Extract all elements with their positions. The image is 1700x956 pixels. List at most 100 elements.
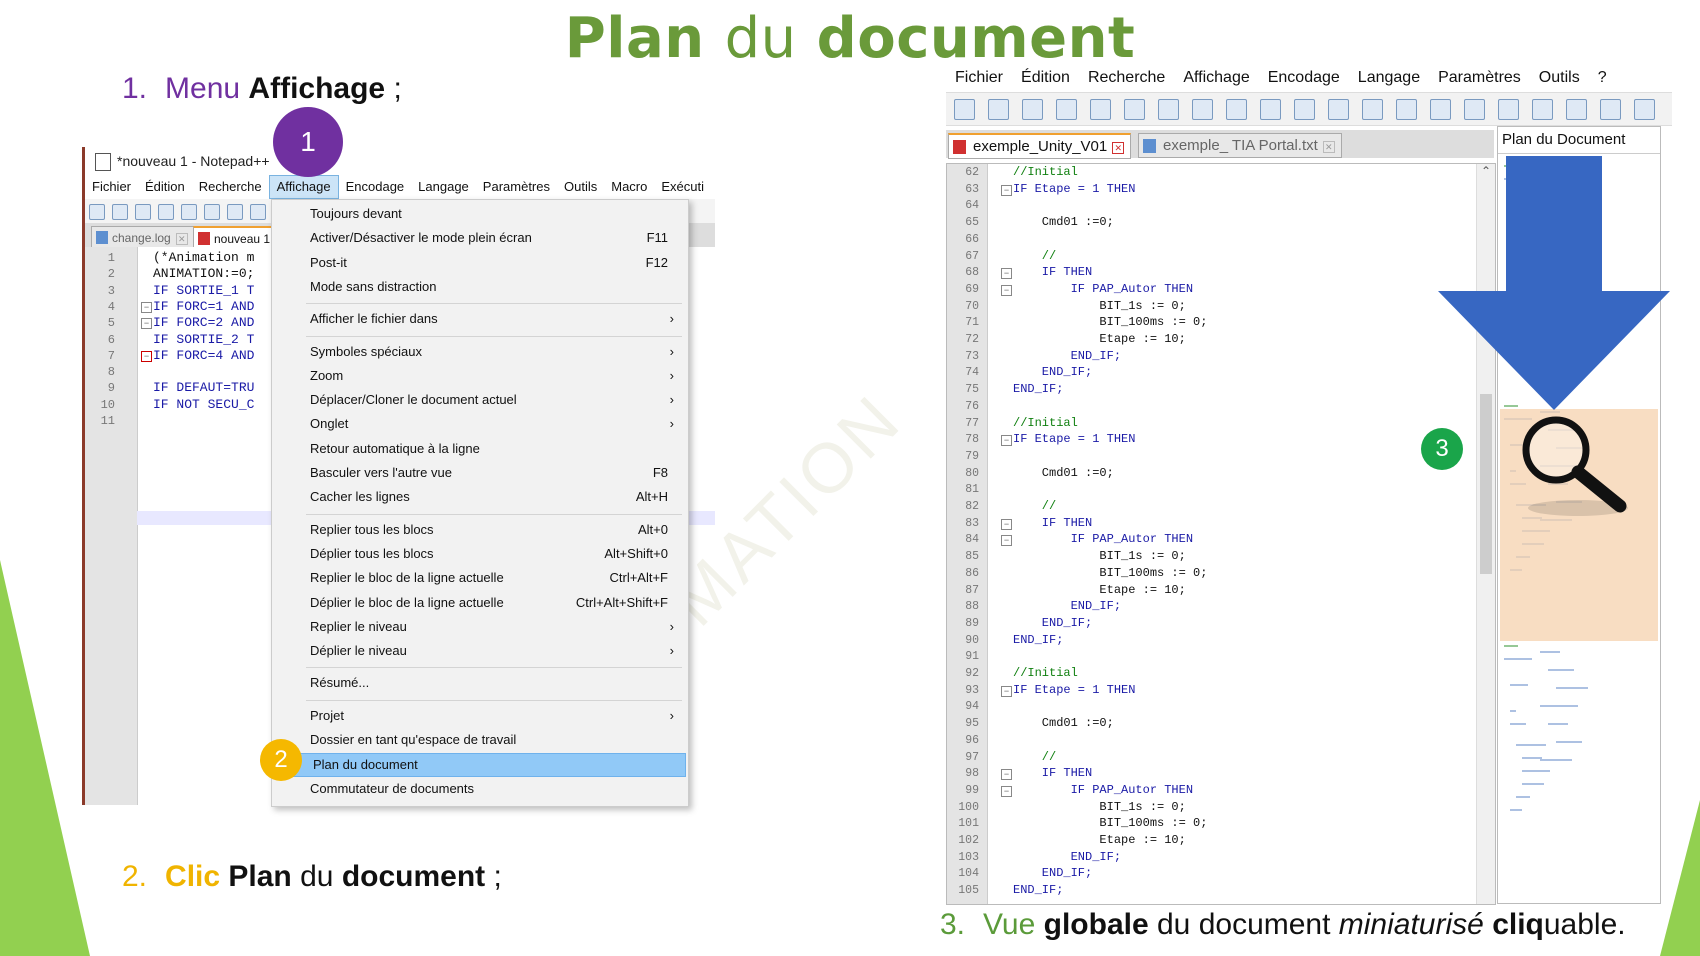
toolbar-button-icon[interactable] (181, 204, 197, 220)
menu-item-mode-sans-distraction[interactable]: Mode sans distraction (272, 276, 688, 298)
menu-item-replier-le-niveau[interactable]: Replier le niveau › (272, 616, 688, 638)
fold-toggle-icon[interactable]: − (1001, 785, 1012, 797)
fold-toggle-icon[interactable]: − (1001, 268, 1012, 280)
menu-item-activer-desactiver-le-mode-plein-ecran[interactable]: Activer/Désactiver le mode plein écran F1… (272, 227, 688, 249)
menu-item-resume[interactable]: Résumé... (272, 672, 688, 694)
menu-item-deplacer-cloner-le-document-actuel[interactable]: Déplacer/Cloner le document actuel › (272, 389, 688, 411)
tab-exemple-unity[interactable]: exemple_Unity_V01 ✕ (948, 133, 1132, 159)
decor-left-triangle (0, 560, 90, 956)
menu-item-deplier-le-niveau[interactable]: Déplier le niveau › (272, 640, 688, 662)
fold-toggle-icon[interactable]: − (1001, 518, 1012, 530)
minimap-line (1540, 705, 1578, 707)
close-icon[interactable]: ✕ (1112, 142, 1125, 154)
toolbar-button-icon[interactable] (954, 99, 975, 120)
toolbar-button-icon[interactable] (1498, 99, 1519, 120)
menu-affichage[interactable]: Affichage (268, 175, 339, 199)
menu-item-label: Retour automatique à la ligne (310, 440, 480, 456)
menu-item-basculer-vers-l-autre-vue[interactable]: Basculer vers l'autre vue F8 (272, 462, 688, 484)
menu-item-afficher-le-fichier-dans[interactable]: Afficher le fichier dans › (272, 308, 688, 330)
menu-item-projet[interactable]: Projet › (272, 705, 688, 727)
menu-encodage[interactable]: Encodage (1259, 64, 1349, 92)
code-line: BIT_1s := 0; (1013, 799, 1186, 814)
fold-toggle-icon[interactable]: − (1001, 284, 1012, 296)
toolbar-button-icon[interactable] (1192, 99, 1213, 120)
menu-parametres[interactable]: Paramètres (476, 175, 557, 199)
toolbar-button-icon[interactable] (158, 204, 174, 220)
toolbar-button-icon[interactable] (112, 204, 128, 220)
fold-toggle-icon[interactable]: − (141, 318, 152, 330)
toolbar-button-icon[interactable] (1362, 99, 1383, 120)
menu-item-replier-tous-les-blocs[interactable]: Replier tous les blocs Alt+0 (272, 519, 688, 541)
menu-help[interactable]: ? (1589, 64, 1616, 92)
toolbar-button-icon[interactable] (1294, 99, 1315, 120)
toolbar-button-icon[interactable] (1634, 99, 1655, 120)
menu-langage[interactable]: Langage (1349, 64, 1429, 92)
toolbar-button-icon[interactable] (1532, 99, 1553, 120)
toolbar-button-icon[interactable] (1124, 99, 1145, 120)
menu-affichage[interactable]: Affichage (1174, 64, 1258, 92)
menu-item-commutateur-de-documents[interactable]: Commutateur de documents (272, 778, 688, 800)
toolbar-button-icon[interactable] (1600, 99, 1621, 120)
toolbar-button-icon[interactable] (1022, 99, 1043, 120)
line-number: 86 (965, 566, 979, 580)
fold-toggle-icon[interactable]: − (1001, 685, 1012, 697)
toolbar-button-icon[interactable] (1158, 99, 1179, 120)
scrollbar-thumb[interactable] (1480, 394, 1492, 574)
close-icon[interactable]: ✕ (1322, 141, 1335, 153)
fold-toggle-icon[interactable]: − (141, 350, 152, 362)
menu-parametres[interactable]: Paramètres (1429, 64, 1530, 92)
menu-item-retour-automatique-a-la-ligne[interactable]: Retour automatique à la ligne (272, 438, 688, 460)
menu-item-symboles-speciaux[interactable]: Symboles spéciaux › (272, 341, 688, 363)
menu-outils[interactable]: Outils (1530, 64, 1589, 92)
menu-item-replier-le-bloc-de-la-ligne-actuelle[interactable]: Replier le bloc de la ligne actuelle Ctrl… (272, 567, 688, 589)
toolbar-button-icon[interactable] (1090, 99, 1111, 120)
toolbar-button-icon[interactable] (1430, 99, 1451, 120)
toolbar-button-icon[interactable] (1396, 99, 1417, 120)
toolbar-button-icon[interactable] (204, 204, 220, 220)
menu-item-zoom[interactable]: Zoom › (272, 365, 688, 387)
close-icon[interactable]: ✕ (175, 233, 188, 245)
menu-item-dossier-en-tant-qu-espace-de-travail[interactable]: Dossier en tant qu'espace de travail (272, 729, 688, 751)
menu-fichier[interactable]: Fichier (85, 175, 138, 199)
toolbar-button-icon[interactable] (988, 99, 1009, 120)
menu-executi[interactable]: Exécuti (654, 175, 711, 199)
fold-toggle-icon[interactable]: − (1001, 769, 1012, 781)
fold-toggle-icon[interactable]: − (1001, 184, 1012, 196)
menu-item-label: Cacher les lignes (310, 489, 410, 505)
toolbar-button-icon[interactable] (1328, 99, 1349, 120)
fold-toggle-icon[interactable]: − (141, 301, 152, 313)
toolbar-button-icon[interactable] (250, 204, 266, 220)
toolbar-button-icon[interactable] (89, 204, 105, 220)
menu-edition[interactable]: Édition (1012, 64, 1079, 92)
menu-recherche[interactable]: Recherche (1079, 64, 1174, 92)
toolbar-button-icon[interactable] (1226, 99, 1247, 120)
menu-item-deplier-tous-les-blocs[interactable]: Déplier tous les blocs Alt+Shift+0 (272, 543, 688, 565)
toolbar-button-icon[interactable] (1260, 99, 1281, 120)
code-line: IF FORC=4 AND (153, 347, 255, 363)
step-badge-3: 3 (1421, 428, 1463, 470)
menu-item-post-it[interactable]: Post-it F12 (272, 252, 688, 274)
tab-exemple-tia[interactable]: exemple_ TIA Portal.txt ✕ (1138, 133, 1342, 158)
menu-encodage[interactable]: Encodage (339, 175, 412, 199)
menu-item-deplier-le-bloc-de-la-ligne-actuelle[interactable]: Déplier le bloc de la ligne actuelle Ctrl… (272, 592, 688, 614)
menu-recherche[interactable]: Recherche (192, 175, 269, 199)
fold-toggle-icon[interactable]: − (1001, 435, 1012, 447)
toolbar-button-icon[interactable] (1464, 99, 1485, 120)
menu-item-onglet[interactable]: Onglet › (272, 413, 688, 435)
menu-fichier[interactable]: Fichier (946, 64, 1012, 92)
menu-separator (306, 335, 682, 337)
menu-edition[interactable]: Édition (138, 175, 192, 199)
menu-item-cacher-les-lignes[interactable]: Cacher les lignes Alt+H (272, 486, 688, 508)
menu-item-toujours-devant[interactable]: Toujours devant (272, 203, 688, 225)
toolbar-button-icon[interactable] (135, 204, 151, 220)
toolbar-button-icon[interactable] (227, 204, 243, 220)
toolbar-button-icon[interactable] (1056, 99, 1077, 120)
menu-langage[interactable]: Langage (411, 175, 476, 199)
menu-outils[interactable]: Outils (557, 175, 604, 199)
fold-toggle-icon[interactable]: − (1001, 535, 1012, 547)
toolbar-button-icon[interactable] (1566, 99, 1587, 120)
code-editor[interactable]: 62 63 64 65 66 67 68 69 70 71 72 73 74 75 76 77 78 79 80 81… (946, 163, 1496, 905)
menu-item-plan-du-document[interactable]: Plan du document (274, 753, 686, 778)
menu-item-label: Symboles spéciaux (310, 343, 422, 359)
menu-macro[interactable]: Macro (604, 175, 654, 199)
